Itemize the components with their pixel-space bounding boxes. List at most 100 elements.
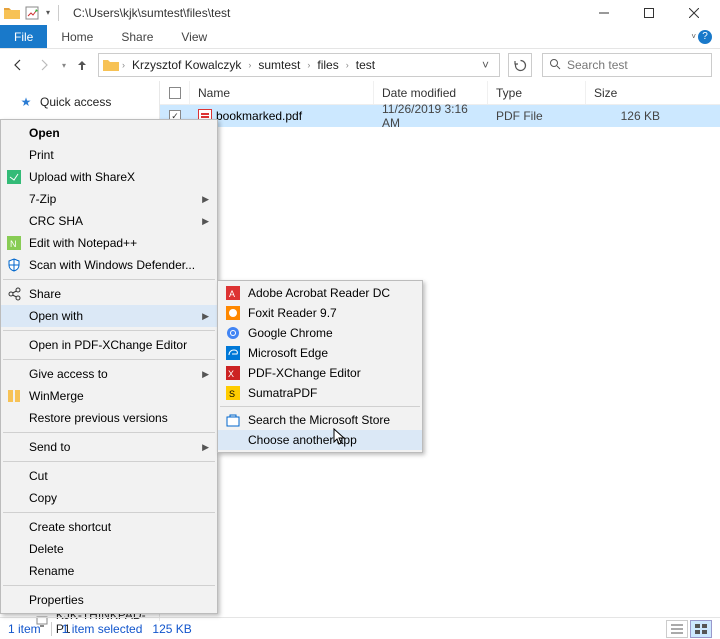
- status-selection: 1 item selected: [62, 622, 143, 636]
- column-size[interactable]: Size: [586, 81, 720, 104]
- menu-item-7zip[interactable]: 7-Zip▶: [1, 188, 217, 210]
- view-thumbnails-button[interactable]: [690, 620, 712, 638]
- save-icon[interactable]: [24, 5, 40, 21]
- menu-item-rename[interactable]: Rename: [1, 560, 217, 582]
- submenu-item-sumatra[interactable]: SSumatraPDF: [218, 383, 422, 403]
- back-button[interactable]: [8, 55, 28, 75]
- submenu-item-chrome[interactable]: Google Chrome: [218, 323, 422, 343]
- svg-text:X: X: [228, 369, 234, 379]
- menu-item-notepadpp[interactable]: NEdit with Notepad++: [1, 232, 217, 254]
- menu-item-crc-sha[interactable]: CRC SHA▶: [1, 210, 217, 232]
- menu-item-sharex[interactable]: Upload with ShareX: [1, 166, 217, 188]
- address-bar-row: ▾ › Krzysztof Kowalczyk › sumtest › file…: [0, 49, 720, 81]
- chrome-icon: [224, 326, 242, 340]
- chevron-right-icon: ▶: [202, 194, 209, 205]
- tab-share[interactable]: Share: [107, 25, 167, 48]
- chevron-right-icon[interactable]: ›: [345, 60, 350, 70]
- tab-home[interactable]: Home: [47, 25, 107, 48]
- menu-item-winmerge[interactable]: WinMerge: [1, 385, 217, 407]
- menu-item-restore[interactable]: Restore previous versions: [1, 407, 217, 429]
- svg-text:S: S: [229, 389, 235, 399]
- svg-text:A: A: [229, 289, 235, 299]
- column-name[interactable]: Name: [190, 81, 374, 104]
- maximize-button[interactable]: [626, 0, 671, 25]
- search-box[interactable]: Search test: [542, 53, 712, 77]
- share-icon: [5, 287, 23, 301]
- file-row[interactable]: ✓ bookmarked.pdf 11/26/2019 3:16 AM PDF …: [160, 105, 720, 127]
- context-menu: Open Print Upload with ShareX 7-Zip▶ CRC…: [0, 119, 218, 614]
- breadcrumb-segment[interactable]: test: [352, 58, 379, 72]
- help-icon[interactable]: ?: [698, 30, 712, 44]
- tab-view[interactable]: View: [167, 25, 221, 48]
- address-bar[interactable]: › Krzysztof Kowalczyk › sumtest › files …: [98, 53, 500, 77]
- submenu-item-pdfxchange[interactable]: XPDF-XChange Editor: [218, 363, 422, 383]
- column-date[interactable]: Date modified: [374, 81, 488, 104]
- menu-item-delete[interactable]: Delete: [1, 538, 217, 560]
- menu-item-give-access[interactable]: Give access to▶: [1, 363, 217, 385]
- submenu-item-choose-app[interactable]: Choose another app: [218, 430, 422, 450]
- qat-dropdown-icon[interactable]: ▾: [46, 8, 50, 17]
- chevron-right-icon[interactable]: ›: [247, 60, 252, 70]
- acrobat-icon: A: [224, 286, 242, 300]
- folder-icon: [4, 5, 20, 21]
- store-icon: [224, 413, 242, 427]
- menu-item-print[interactable]: Print: [1, 144, 217, 166]
- file-name: bookmarked.pdf: [216, 109, 302, 123]
- menu-item-open[interactable]: Open: [1, 122, 217, 144]
- search-placeholder: Search test: [567, 58, 628, 72]
- menu-item-properties[interactable]: Properties: [1, 589, 217, 611]
- search-icon: [549, 58, 561, 73]
- foxit-icon: [224, 306, 242, 320]
- address-dropdown-icon[interactable]: ˅: [476, 58, 495, 72]
- close-button[interactable]: [671, 0, 716, 25]
- history-dropdown-icon[interactable]: ▾: [62, 61, 66, 70]
- minimize-button[interactable]: [581, 0, 626, 25]
- chevron-right-icon: ▶: [202, 311, 209, 322]
- expand-ribbon-icon[interactable]: ˅: [691, 32, 696, 41]
- chevron-right-icon: ▶: [202, 369, 209, 380]
- chevron-right-icon[interactable]: ›: [306, 60, 311, 70]
- submenu-item-store[interactable]: Search the Microsoft Store: [218, 410, 422, 430]
- sidebar-item-label: Quick access: [40, 95, 111, 109]
- refresh-button[interactable]: [508, 53, 532, 77]
- status-bar: 1 item 1 item selected 125 KB: [0, 617, 720, 639]
- up-button[interactable]: [72, 55, 92, 75]
- menu-item-open-with[interactable]: Open with▶: [1, 305, 217, 327]
- folder-icon: [103, 58, 119, 72]
- chevron-right-icon[interactable]: ›: [121, 60, 126, 70]
- submenu-item-edge[interactable]: Microsoft Edge: [218, 343, 422, 363]
- chevron-right-icon: ▶: [202, 442, 209, 453]
- ribbon-tabs: File Home Share View ˅ ?: [0, 25, 720, 49]
- menu-item-copy[interactable]: Copy: [1, 487, 217, 509]
- svg-text:N: N: [10, 239, 17, 249]
- forward-button[interactable]: [34, 55, 54, 75]
- title-bar: ▾ C:\Users\kjk\sumtest\files\test: [0, 0, 720, 25]
- column-type[interactable]: Type: [488, 81, 586, 104]
- menu-item-shortcut[interactable]: Create shortcut: [1, 516, 217, 538]
- file-type: PDF File: [488, 109, 586, 123]
- view-details-button[interactable]: [666, 620, 688, 638]
- notepadpp-icon: N: [5, 236, 23, 250]
- sidebar-item-quick-access[interactable]: ★ Quick access: [0, 91, 159, 113]
- pdfxchange-icon: X: [224, 366, 242, 380]
- submenu-item-acrobat[interactable]: AAdobe Acrobat Reader DC: [218, 283, 422, 303]
- menu-item-send-to[interactable]: Send to▶: [1, 436, 217, 458]
- menu-item-cut[interactable]: Cut: [1, 465, 217, 487]
- submenu-item-foxit[interactable]: Foxit Reader 9.7: [218, 303, 422, 323]
- file-size: 126 KB: [586, 109, 720, 123]
- tab-file[interactable]: File: [0, 25, 47, 48]
- breadcrumb-segment[interactable]: Krzysztof Kowalczyk: [128, 58, 245, 72]
- breadcrumb-segment[interactable]: files: [313, 58, 342, 72]
- ribbon-help[interactable]: ˅ ?: [681, 25, 720, 48]
- column-checkbox[interactable]: [160, 81, 190, 104]
- menu-item-share[interactable]: Share: [1, 283, 217, 305]
- breadcrumb-segment[interactable]: sumtest: [254, 58, 304, 72]
- window-title: C:\Users\kjk\sumtest\files\test: [73, 6, 230, 20]
- menu-item-defender[interactable]: Scan with Windows Defender...: [1, 254, 217, 276]
- open-with-submenu: AAdobe Acrobat Reader DC Foxit Reader 9.…: [217, 280, 423, 453]
- separator: [58, 5, 59, 21]
- status-item-count: 1 item: [8, 622, 41, 636]
- status-size: 125 KB: [152, 622, 191, 636]
- defender-icon: [5, 258, 23, 272]
- menu-item-pdfxchange[interactable]: Open in PDF-XChange Editor: [1, 334, 217, 356]
